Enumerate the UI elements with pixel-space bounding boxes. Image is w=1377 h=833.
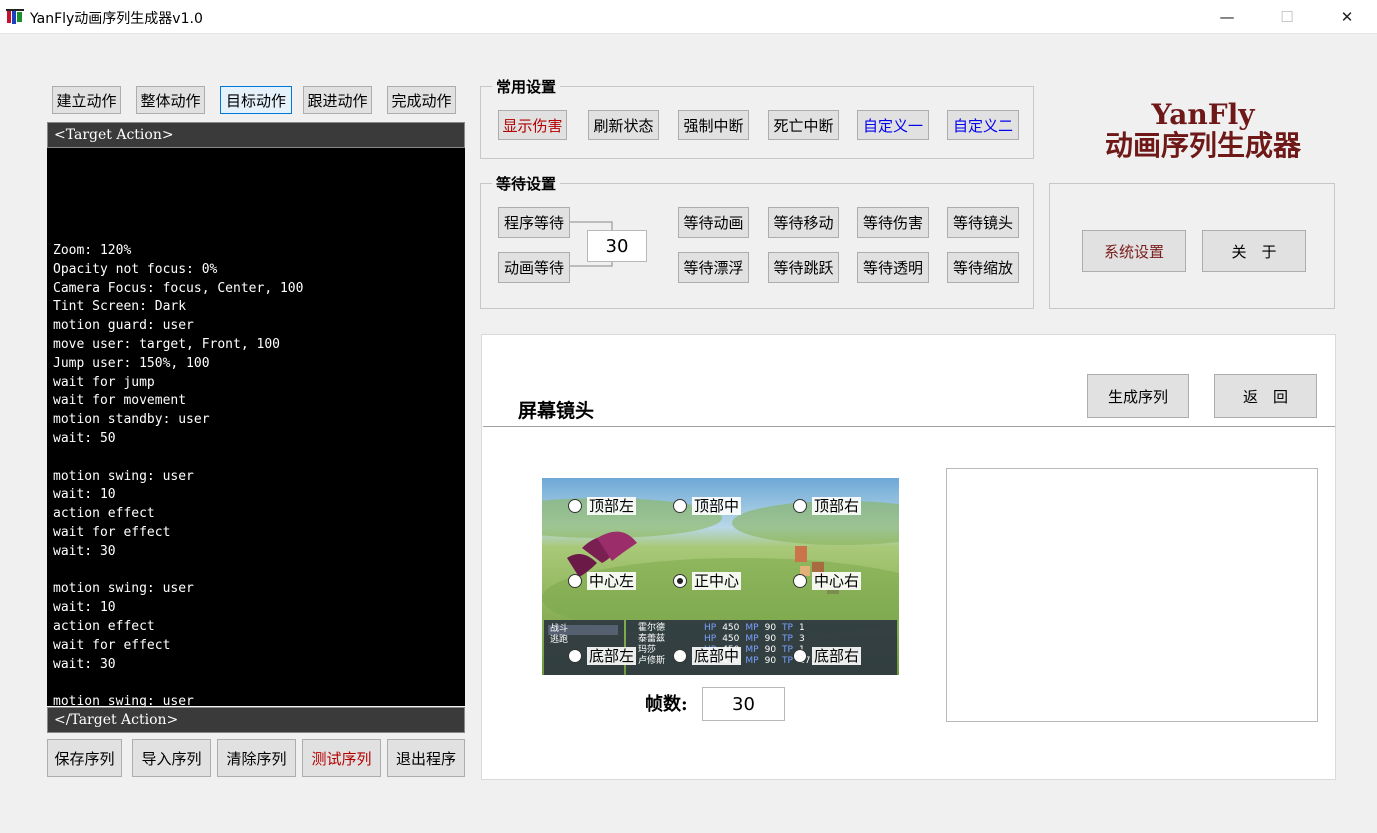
wait-movement-button[interactable]: 等待移动 bbox=[768, 207, 839, 238]
sequence-output-box[interactable] bbox=[946, 468, 1318, 722]
sequence-code-editor[interactable]: Zoom: 120% Opacity not focus: 0% Camera … bbox=[47, 148, 465, 706]
radio-icon[interactable] bbox=[793, 574, 807, 588]
position-center[interactable]: 正中心 bbox=[673, 572, 742, 590]
party-mp: 90 bbox=[764, 656, 777, 666]
exit-program-button[interactable]: 退出程序 bbox=[387, 739, 465, 777]
clear-sequence-button[interactable]: 清除序列 bbox=[217, 739, 296, 777]
radio-icon[interactable] bbox=[673, 499, 687, 513]
position-bottom-center[interactable]: 底部中 bbox=[673, 647, 742, 665]
logo-subtitle: 动画序列生成器 bbox=[1104, 129, 1301, 162]
position-center-right[interactable]: 中心右 bbox=[793, 572, 862, 590]
logo-title: YanFly bbox=[1151, 98, 1255, 131]
radio-icon[interactable] bbox=[673, 649, 687, 663]
frames-label: 帧数: bbox=[645, 694, 688, 715]
wait-jump-button[interactable]: 等待跳跃 bbox=[768, 252, 839, 283]
window-title: YanFly动画序列生成器v1.0 bbox=[30, 11, 203, 27]
custom-one-button[interactable]: 自定义一 bbox=[857, 110, 929, 140]
show-damage-button[interactable]: 显示伤害 bbox=[498, 110, 567, 140]
battle-menu-fight: 战斗 bbox=[550, 624, 569, 634]
app-icon bbox=[6, 8, 24, 26]
close-button[interactable]: ✕ bbox=[1317, 0, 1377, 34]
party-tp: 1 bbox=[798, 623, 805, 633]
tab-setup-action[interactable]: 建立动作 bbox=[52, 86, 121, 114]
save-sequence-button[interactable]: 保存序列 bbox=[47, 739, 122, 777]
radio-icon[interactable] bbox=[568, 574, 582, 588]
position-bottom-right[interactable]: 底部右 bbox=[793, 647, 862, 665]
panel-divider bbox=[483, 426, 1335, 427]
custom-two-button[interactable]: 自定义二 bbox=[947, 110, 1019, 140]
battle-menu-escape: 逃跑 bbox=[550, 635, 569, 645]
party-hp: 450 bbox=[722, 623, 740, 633]
refresh-state-button[interactable]: 刷新状态 bbox=[588, 110, 659, 140]
radio-icon[interactable] bbox=[568, 649, 582, 663]
about-button[interactable]: 关 于 bbox=[1202, 230, 1306, 272]
position-top-right[interactable]: 顶部右 bbox=[793, 497, 862, 515]
party-name: 霍尔德 bbox=[638, 623, 666, 633]
tab-follow-action[interactable]: 跟进动作 bbox=[303, 86, 372, 114]
wait-damage-button[interactable]: 等待伤害 bbox=[857, 207, 929, 238]
party-mp: 90 bbox=[764, 634, 777, 644]
party-mp: 90 bbox=[764, 623, 777, 633]
position-bottom-left[interactable]: 底部左 bbox=[568, 647, 637, 665]
radio-icon[interactable] bbox=[793, 649, 807, 663]
wait-settings-group bbox=[480, 183, 1034, 309]
tab-target-action[interactable]: 目标动作 bbox=[220, 86, 292, 114]
position-top-left[interactable]: 顶部左 bbox=[568, 497, 637, 515]
minimize-button[interactable]: — bbox=[1197, 0, 1257, 34]
program-wait-button[interactable]: 程序等待 bbox=[498, 207, 570, 238]
code-header: <Target Action> bbox=[47, 122, 465, 148]
frames-input[interactable]: 30 bbox=[702, 687, 785, 721]
app-logo: YanFly 动画序列生成器 bbox=[1078, 100, 1328, 162]
party-tp: 3 bbox=[798, 634, 805, 644]
party-name: 泰蕾兹 bbox=[638, 634, 666, 644]
tab-whole-action[interactable]: 整体动作 bbox=[136, 86, 205, 114]
wait-value-input[interactable]: 30 bbox=[587, 230, 647, 262]
test-sequence-button[interactable]: 测试序列 bbox=[302, 739, 381, 777]
party-hp: 450 bbox=[722, 634, 740, 644]
animation-wait-button[interactable]: 动画等待 bbox=[498, 252, 570, 283]
wait-zoom-button[interactable]: 等待缩放 bbox=[947, 252, 1019, 283]
maximize-button[interactable]: ☐ bbox=[1257, 0, 1317, 34]
system-settings-button[interactable]: 系统设置 bbox=[1082, 230, 1186, 272]
party-mp: 90 bbox=[764, 645, 777, 655]
tab-finish-action[interactable]: 完成动作 bbox=[387, 86, 456, 114]
force-interrupt-button[interactable]: 强制中断 bbox=[678, 110, 749, 140]
radio-icon[interactable] bbox=[568, 499, 582, 513]
generate-sequence-button[interactable]: 生成序列 bbox=[1087, 374, 1189, 418]
wait-settings-title: 等待设置 bbox=[492, 173, 561, 194]
wait-opacity-button[interactable]: 等待透明 bbox=[857, 252, 929, 283]
code-footer: </Target Action> bbox=[47, 707, 465, 733]
radio-icon[interactable] bbox=[793, 499, 807, 513]
import-sequence-button[interactable]: 导入序列 bbox=[132, 739, 211, 777]
screen-camera-title: 屏幕镜头 bbox=[518, 400, 595, 422]
death-interrupt-button[interactable]: 死亡中断 bbox=[768, 110, 839, 140]
position-top-center[interactable]: 顶部中 bbox=[673, 497, 742, 515]
wait-animation-button[interactable]: 等待动画 bbox=[678, 207, 749, 238]
radio-selected-icon[interactable] bbox=[673, 574, 687, 588]
back-button[interactable]: 返 回 bbox=[1214, 374, 1317, 418]
common-settings-title: 常用设置 bbox=[492, 76, 561, 97]
wait-float-button[interactable]: 等待漂浮 bbox=[678, 252, 749, 283]
battle-menu: 战斗 逃跑 bbox=[550, 624, 568, 646]
wait-camera-button[interactable]: 等待镜头 bbox=[947, 207, 1019, 238]
position-center-left[interactable]: 中心左 bbox=[568, 572, 637, 590]
title-bar: YanFly动画序列生成器v1.0 — ☐ ✕ bbox=[0, 0, 1377, 34]
